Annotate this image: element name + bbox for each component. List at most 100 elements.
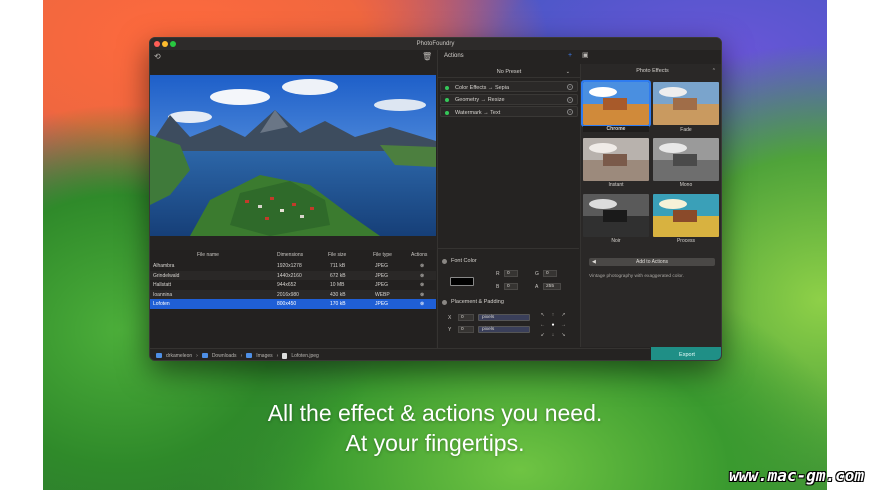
marketing-caption: All the effect & actions you need. At yo… [0,398,870,458]
effect-thumb-instant[interactable] [583,138,649,181]
instant-preview [583,138,649,181]
col-dimensions[interactable]: Dimensions [277,250,303,260]
arrow-down-left-icon[interactable]: ↙ [538,331,547,340]
remove-action-icon[interactable]: × [567,84,573,90]
image-toolbar: ⟲ 🗑 [150,50,436,64]
trash-icon[interactable]: 🗑 [422,52,432,61]
add-action-icon[interactable]: + [568,52,572,59]
effect-thumb-fade[interactable] [653,82,719,125]
chevron-right-icon: › [276,352,279,359]
chevron-down-icon: ⌄ [565,69,570,75]
caption-line-2: At your fingertips. [345,430,525,456]
a-input[interactable]: 255 [543,283,561,290]
table-row[interactable]: Hallstatt 944x652 10 MB JPEG ⊗ [150,280,436,290]
status-dot [445,110,449,115]
col-actions[interactable]: Actions [411,250,427,260]
close-window-button[interactable] [154,41,160,47]
arrow-right-icon[interactable]: → [559,321,568,330]
window-title: PhotoFoundry [416,41,455,47]
remove-icon[interactable]: ⊗ [420,282,424,288]
lofoten-photo [150,75,436,236]
site-watermark: www.mac-gm.com [729,466,864,485]
arrow-up-right-icon[interactable]: ↗ [559,311,568,320]
action-item[interactable]: Geometry → Resize × [440,93,578,105]
minimize-window-button[interactable] [162,41,168,47]
arrow-down-icon[interactable]: ↓ [548,331,557,340]
col-file-type[interactable]: File type [373,250,392,260]
image-icon[interactable]: ▣ [582,51,589,59]
arrow-up-left-icon[interactable]: ↖ [538,311,547,320]
status-dot [445,98,449,102]
fade-preview [653,82,719,125]
col-file-size[interactable]: File size [328,250,346,260]
effect-thumb-noir[interactable] [583,194,649,237]
section-icon [442,299,447,305]
effects-panel: Photo Effects ⌃ Chrome Fade Instant Mono… [580,64,721,347]
remove-icon[interactable]: ⊗ [420,273,424,279]
effect-label: Noir [611,238,621,244]
arrow-down-right-icon[interactable]: ↘ [559,331,568,340]
table-row[interactable]: Alhambra 1920x1278 711 kB JPEG ⊗ [150,261,436,271]
caption-line-1: All the effect & actions you need. [267,400,603,426]
properties-panel: Font Color R 0 G 0 B 0 A 255 Placement &… [437,248,579,348]
effect-label: Mono [679,182,693,188]
x-unit-select[interactable]: pixels [478,314,530,321]
x-input[interactable]: 0 [458,314,474,321]
chevron-right-icon: › [196,352,198,359]
folder-icon [201,353,208,358]
table-row[interactable]: Grindelwald 1440x2160 672 kB JPEG ⊗ [150,270,436,280]
file-icon [282,352,288,359]
y-unit-select[interactable]: pixels [478,326,530,333]
path-segment[interactable]: Downloads [212,353,237,359]
file-table: File name Dimensions File size File type… [150,250,436,348]
path-segment[interactable]: drkameleon [166,353,192,359]
arrow-left-icon[interactable]: ← [538,321,547,330]
preset-select[interactable]: No Preset ⌄ [438,66,580,78]
y-input[interactable]: 0 [458,326,474,333]
folder-icon [246,353,253,358]
effect-label: Instant [608,182,624,188]
mono-preview [653,138,719,181]
app-window: PhotoFoundry ⟲ 🗑 File name Dimensions Fi… [149,37,722,361]
action-item[interactable]: Color Effects → Sepia × [440,81,578,92]
placement-section: Placement & Padding [442,299,504,305]
effect-thumb-chrome[interactable] [581,80,651,127]
path-bar: drkameleon › Downloads › Images › Lofote… [150,348,650,360]
g-input[interactable]: 0 [543,270,557,277]
r-input[interactable]: 0 [504,270,518,277]
status-dot [445,85,449,90]
export-button[interactable]: Export [651,347,721,360]
add-to-actions-button[interactable]: ◀ Add to Actions [589,258,715,266]
font-color-section: Font Color [442,258,477,264]
remove-action-icon[interactable]: × [567,109,573,115]
table-row[interactable]: Ioannina 2016x980 430 kB WEBP ⊗ [150,289,436,299]
col-file-name[interactable]: File name [197,250,219,260]
table-row-selected[interactable]: Lofoten 800x450 170 kB JPEG ⊗ [150,299,436,309]
noir-preview [583,194,649,237]
process-preview [653,194,719,237]
remove-icon[interactable]: ⊗ [420,263,424,269]
anchor-grid[interactable]: ↖ ↑ ↗ ← ● → ↙ ↓ ↘ [538,311,568,339]
zoom-window-button[interactable] [170,41,176,47]
b-input[interactable]: 0 [504,283,518,290]
section-icon [442,258,447,264]
path-segment[interactable]: Lofoten.jpeg [291,353,319,359]
path-segment[interactable]: Images [256,353,272,359]
effect-label: Process [676,238,696,244]
center-anchor-icon[interactable]: ● [548,321,557,330]
action-item[interactable]: Watermark → Text × [440,106,578,117]
effect-label: Chrome [583,126,649,132]
remove-icon[interactable]: ⊗ [420,301,424,307]
effect-label: Fade [680,127,692,133]
effects-dropdown[interactable]: Photo Effects ⌃ [581,64,721,78]
rotate-icon[interactable]: ⟲ [154,52,161,61]
remove-action-icon[interactable]: × [567,96,573,103]
effect-description: Vintage photography with exaggerated col… [589,274,684,279]
effect-thumb-mono[interactable] [653,138,719,181]
color-swatch[interactable] [450,277,474,286]
remove-icon[interactable]: ⊗ [420,292,424,298]
arrow-up-icon[interactable]: ↑ [548,311,557,320]
image-preview [150,75,436,236]
effect-thumb-process[interactable] [653,194,719,237]
title-bar: PhotoFoundry [150,38,721,50]
